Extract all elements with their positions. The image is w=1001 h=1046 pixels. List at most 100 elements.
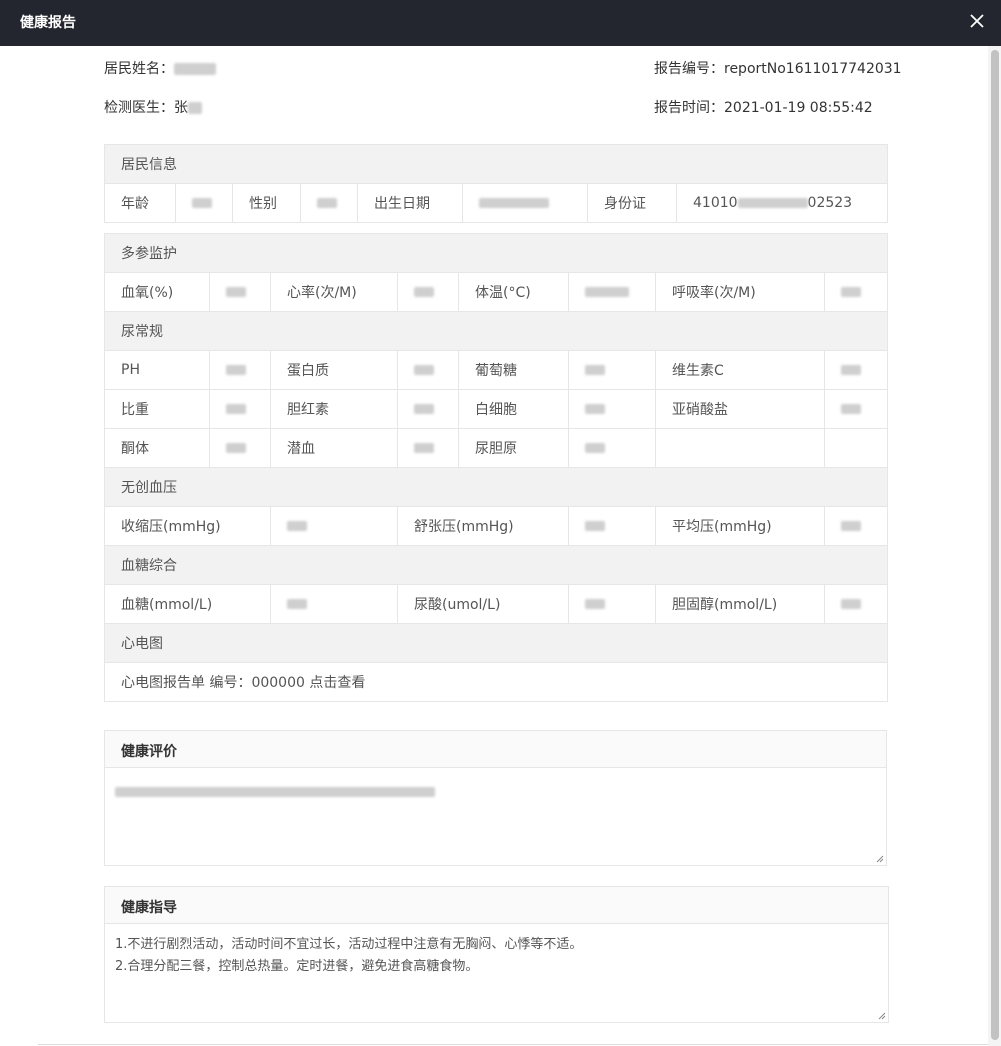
evaluation-panel: 健康评价 bbox=[104, 730, 887, 866]
empty-cell bbox=[655, 428, 825, 468]
protein-value bbox=[397, 350, 459, 390]
ph-label: PH bbox=[104, 350, 210, 390]
uric-value bbox=[568, 584, 656, 624]
scrollbar-thumb[interactable] bbox=[991, 50, 999, 1040]
urine-section-title: 尿常规 bbox=[104, 311, 888, 351]
resident-info-section-title: 居民信息 bbox=[104, 144, 888, 184]
mean-label: 平均压(mmHg) bbox=[655, 506, 825, 546]
report-no-row: 报告编号：reportNo1611017742031 bbox=[654, 58, 902, 78]
spo2-value bbox=[209, 272, 271, 312]
guidance-title: 健康指导 bbox=[105, 887, 888, 924]
gender-label: 性别 bbox=[232, 183, 301, 223]
blood-glucose-row: 血糖(mmol/L) 尿酸(umol/L) 胆固醇(mmol/L) bbox=[104, 584, 888, 624]
cholesterol-value bbox=[824, 584, 888, 624]
monitor-row: 血氧(%) 心率(次/M) 体温(°C) 呼吸率(次/M) bbox=[104, 272, 888, 312]
evaluation-title: 健康评价 bbox=[105, 731, 886, 768]
resp-value bbox=[824, 272, 888, 312]
age-value bbox=[175, 183, 233, 223]
bilirubin-label: 胆红素 bbox=[270, 389, 398, 429]
nitrite-label: 亚硝酸盐 bbox=[655, 389, 825, 429]
resize-handle-icon[interactable] bbox=[878, 1012, 886, 1020]
urine-section-row: 尿常规 bbox=[104, 311, 888, 351]
glucose-value bbox=[568, 350, 656, 390]
protein-label: 蛋白质 bbox=[270, 350, 398, 390]
bp-row: 收缩压(mmHg) 舒张压(mmHg) 平均压(mmHg) bbox=[104, 506, 888, 546]
guidance-textarea[interactable]: 1.不进行剧烈活动，活动时间不宜过长，活动过程中注意有无胸闷、心悸等不适。 2.… bbox=[105, 924, 888, 1022]
blood-value bbox=[397, 428, 459, 468]
sg-label: 比重 bbox=[104, 389, 210, 429]
doctor-row: 检测医生：张 bbox=[104, 97, 202, 117]
doctor-name: 张 bbox=[174, 100, 188, 116]
report-time-value: 2021-01-19 08:55:42 bbox=[724, 100, 873, 116]
blood-glucose-value bbox=[270, 584, 398, 624]
measurements-table: 多参监护 血氧(%) 心率(次/M) 体温(°C) 呼吸率(次/M) 尿常规 P… bbox=[104, 233, 888, 702]
blood-label: 潜血 bbox=[270, 428, 398, 468]
diastolic-label: 舒张压(mmHg) bbox=[397, 506, 569, 546]
gender-value bbox=[300, 183, 358, 223]
id-value: 41010 02523 bbox=[676, 183, 888, 223]
resp-label: 呼吸率(次/M) bbox=[655, 272, 825, 312]
age-label: 年龄 bbox=[104, 183, 176, 223]
evaluation-text-redacted bbox=[115, 786, 435, 797]
ecg-row: 心电图报告单 编号：000000 点击查看 bbox=[104, 662, 888, 702]
monitor-section-row: 多参监护 bbox=[104, 233, 888, 273]
guidance-line-1: 1.不进行剧烈活动，活动时间不宜过长，活动过程中注意有无胸闷、心悸等不适。 bbox=[115, 937, 583, 952]
systolic-value bbox=[270, 506, 398, 546]
resident-info-row: 年龄 性别 出生日期 身份证 41010 02523 bbox=[104, 183, 888, 223]
birth-label: 出生日期 bbox=[357, 183, 463, 223]
evaluation-textarea[interactable] bbox=[105, 768, 886, 865]
report-time-label: 报告时间： bbox=[654, 100, 724, 116]
temp-label: 体温(°C) bbox=[458, 272, 569, 312]
urine-row-1: PH 蛋白质 葡萄糖 维生素C bbox=[104, 350, 888, 390]
urobilinogen-label: 尿胆原 bbox=[458, 428, 569, 468]
ecg-section-title: 心电图 bbox=[104, 623, 888, 663]
resident-name-redacted bbox=[174, 63, 216, 75]
ph-value bbox=[209, 350, 271, 390]
vitc-label: 维生素C bbox=[655, 350, 825, 390]
resident-name-row: 居民姓名： bbox=[104, 58, 216, 78]
ecg-section-row: 心电图 bbox=[104, 623, 888, 663]
vitc-value bbox=[824, 350, 888, 390]
report-no-label: 报告编号： bbox=[654, 61, 724, 77]
close-icon[interactable] bbox=[969, 12, 985, 30]
blood-glucose-label: 血糖(mmol/L) bbox=[104, 584, 271, 624]
resident-info-table: 居民信息 年龄 性别 出生日期 身份证 41010 02523 bbox=[104, 144, 888, 223]
report-no-value: reportNo1611017742031 bbox=[724, 61, 902, 77]
systolic-label: 收缩压(mmHg) bbox=[104, 506, 271, 546]
ketone-label: 酮体 bbox=[104, 428, 210, 468]
bottom-divider bbox=[38, 1044, 988, 1045]
ecg-report-link[interactable]: 心电图报告单 编号：000000 点击查看 bbox=[104, 662, 888, 702]
blood-glucose-section-row: 血糖综合 bbox=[104, 545, 888, 585]
resident-info-section-row: 居民信息 bbox=[104, 144, 888, 184]
wbc-value bbox=[568, 389, 656, 429]
guidance-panel: 健康指导 1.不进行剧烈活动，活动时间不宜过长，活动过程中注意有无胸闷、心悸等不… bbox=[104, 886, 889, 1023]
wbc-label: 白细胞 bbox=[458, 389, 569, 429]
urine-row-3: 酮体 潜血 尿胆原 bbox=[104, 428, 888, 468]
bilirubin-value bbox=[397, 389, 459, 429]
dialog-titlebar: 健康报告 bbox=[0, 0, 1001, 46]
bp-section-title: 无创血压 bbox=[104, 467, 888, 507]
nitrite-value bbox=[824, 389, 888, 429]
spo2-label: 血氧(%) bbox=[104, 272, 210, 312]
urine-row-2: 比重 胆红素 白细胞 亚硝酸盐 bbox=[104, 389, 888, 429]
id-suffix: 02523 bbox=[807, 195, 853, 211]
cholesterol-label: 胆固醇(mmol/L) bbox=[655, 584, 825, 624]
doctor-name-redacted bbox=[188, 102, 202, 114]
resize-handle-icon[interactable] bbox=[876, 855, 884, 863]
temp-value bbox=[568, 272, 656, 312]
guidance-line-2: 2.合理分配三餐，控制总热量。定时进餐，避免进食高糖食物。 bbox=[115, 959, 479, 974]
urobilinogen-value bbox=[568, 428, 656, 468]
birth-value bbox=[462, 183, 588, 223]
diastolic-value bbox=[568, 506, 656, 546]
uric-label: 尿酸(umol/L) bbox=[397, 584, 569, 624]
id-prefix: 41010 bbox=[693, 195, 738, 211]
report-time-row: 报告时间：2021-01-19 08:55:42 bbox=[654, 97, 873, 117]
empty-cell bbox=[824, 428, 888, 468]
ketone-value bbox=[209, 428, 271, 468]
blood-glucose-section-title: 血糖综合 bbox=[104, 545, 888, 585]
sg-value bbox=[209, 389, 271, 429]
id-label: 身份证 bbox=[587, 183, 677, 223]
monitor-section-title: 多参监护 bbox=[104, 233, 888, 273]
dialog-title: 健康报告 bbox=[20, 15, 76, 31]
glucose-label: 葡萄糖 bbox=[458, 350, 569, 390]
